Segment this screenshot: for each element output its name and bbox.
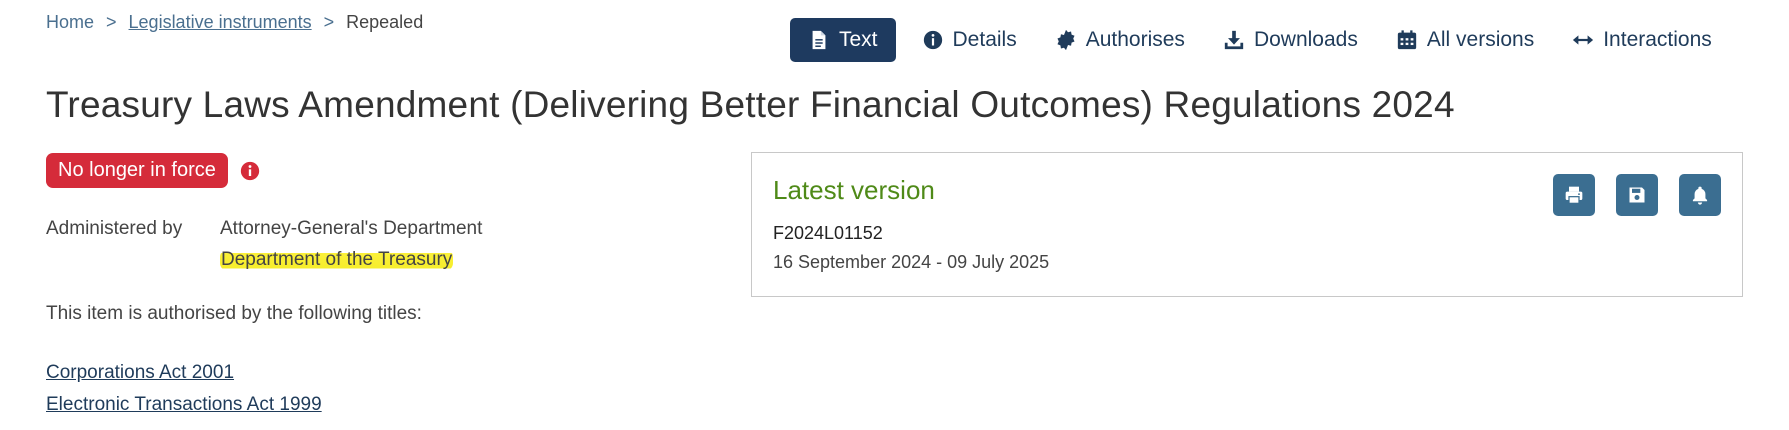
tab-authorises[interactable]: Authorises [1043,18,1197,62]
notify-button[interactable] [1679,174,1721,216]
tab-label: All versions [1426,28,1535,51]
tab-details[interactable]: Details [910,18,1029,62]
download-icon [1223,29,1245,51]
version-actions [1532,174,1721,216]
bell-icon [1692,186,1708,205]
version-dates: 16 September 2024 - 09 July 2025 [773,252,1050,272]
administered-by-label: Administered by [46,218,183,239]
tab-label: Downloads [1253,28,1358,51]
latest-version-panel: Latest version F2024L01152 16 September … [751,152,1743,297]
breadcrumb-separator: > [323,12,335,32]
authorised-by-text: This item is authorised by the following… [46,303,422,324]
print-button[interactable] [1553,174,1595,216]
latest-version-heading: Latest version [773,175,935,205]
tab-bar: Text Details Authorises Downloads All ve… [790,18,1738,62]
breadcrumb-home[interactable]: Home [46,12,94,33]
tab-label: Details [952,28,1017,51]
info-icon [922,29,944,51]
breadcrumb-legislative-instruments[interactable]: Legislative instruments [129,12,312,33]
save-button[interactable] [1616,174,1658,216]
breadcrumb-separator: > [106,12,117,32]
version-id: F2024L01152 [773,223,883,243]
department-name: Attorney-General's Department [220,218,483,239]
authorising-title-link[interactable]: Electronic Transactions Act 1999 [46,389,322,421]
tab-label: Authorises [1085,28,1185,51]
save-icon [1629,187,1645,203]
tab-downloads[interactable]: Downloads [1211,18,1370,62]
tab-text[interactable]: Text [790,18,896,62]
breadcrumb-current: Repealed [346,12,424,32]
authorising-title-link[interactable]: Corporations Act 2001 [46,357,322,389]
tab-label: Interactions [1603,28,1712,51]
authorising-titles-list: Corporations Act 2001 Electronic Transac… [46,357,322,421]
breadcrumb: Home > Legislative instruments > Repeale… [46,12,423,33]
department-name-highlighted: Department of the Treasury [220,249,454,271]
double-arrow-icon [1572,29,1594,51]
tab-all-versions[interactable]: All versions [1384,18,1546,62]
seal-icon [1055,29,1077,51]
tab-interactions[interactable]: Interactions [1560,18,1724,62]
print-icon [1565,186,1583,204]
page-title: Treasury Laws Amendment (Delivering Bett… [46,84,1455,125]
status-badge: No longer in force [46,153,228,188]
info-icon[interactable] [240,161,260,181]
calendar-icon [1396,29,1418,51]
status-row: No longer in force [46,153,260,188]
tab-label: Text [839,28,878,51]
document-icon [808,29,830,51]
